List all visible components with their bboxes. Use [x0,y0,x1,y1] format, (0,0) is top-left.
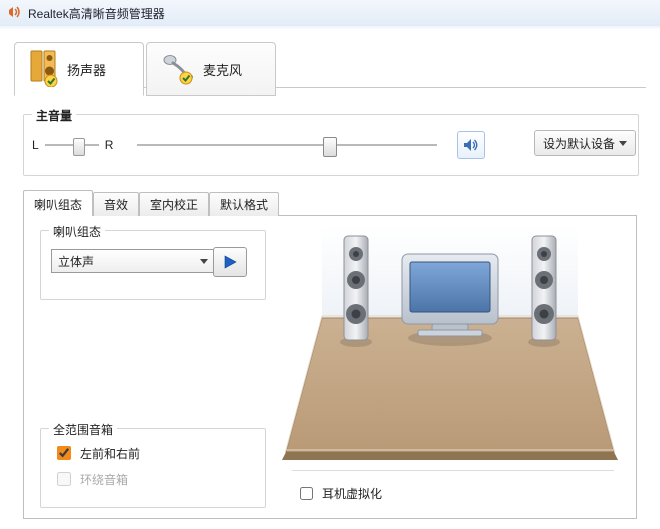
main-volume-legend: 主音量 [32,107,76,124]
set-default-device-button[interactable]: 设为默认设备 [534,130,636,156]
checkbox-surround-input [57,472,71,486]
right-speaker-icon [528,236,560,347]
app-icon [6,4,22,23]
full-range-legend: 全范围音箱 [49,421,117,438]
balance-slider[interactable] [45,136,99,154]
chevron-down-icon [619,141,627,146]
sub-tabs: 喇叭组态 音效 室内校正 默认格式 [23,192,279,216]
checkbox-front-lr[interactable]: 左前和右前 [53,443,265,463]
volume-slider[interactable] [137,136,437,154]
subtab-effects-label: 音效 [104,198,128,212]
speaker-config-legend: 喇叭组态 [49,223,105,240]
mute-button[interactable] [457,131,485,159]
subtab-speaker-config-label: 喇叭组态 [34,198,82,212]
subtab-room-correction[interactable]: 室内校正 [139,192,209,216]
chevron-down-icon [200,259,208,264]
microphone-device-icon [161,51,195,88]
device-tabs: 扬声器 麦克风 [14,36,278,96]
left-speaker-icon [340,236,372,347]
stage-separator [292,470,614,471]
balance-left-label: L [32,138,39,152]
subtab-room-label: 室内校正 [150,198,198,212]
checkbox-front-lr-input[interactable] [57,446,71,460]
speaker-icon [462,136,480,154]
balance-right-label: R [105,138,114,152]
tab-speaker[interactable]: 扬声器 [14,42,144,96]
subtab-speaker-config[interactable]: 喇叭组态 [23,190,93,216]
checkbox-headphone-virtualization-label: 耳机虚拟化 [322,485,382,502]
subtab-effects[interactable]: 音效 [93,192,139,216]
checkbox-headphone-virtualization[interactable]: 耳机虚拟化 [296,484,382,503]
full-range-group: 全范围音箱 左前和右前 环绕音箱 [40,428,266,508]
subtab-default-format-label: 默认格式 [220,198,268,212]
speaker-device-icon [29,49,59,90]
set-default-label: 设为默认设备 [543,135,615,152]
tab-microphone-label: 麦克风 [203,60,242,79]
play-icon [222,254,238,270]
titlebar: Realtek高清晰音频管理器 [0,0,660,27]
checkbox-surround-label: 环绕音箱 [80,471,128,488]
speaker-config-group: 喇叭组态 立体声 [40,230,266,300]
checkbox-surround: 环绕音箱 [53,469,265,489]
tab-microphone[interactable]: 麦克风 [146,42,276,96]
checkbox-front-lr-label: 左前和右前 [80,445,140,462]
speaker-config-select[interactable]: 立体声 [51,249,215,273]
checkbox-headphone-virtualization-input[interactable] [300,487,313,500]
subtab-default-format[interactable]: 默认格式 [209,192,279,216]
tab-speaker-label: 扬声器 [67,60,106,79]
window-title: Realtek高清晰音频管理器 [28,5,165,22]
speaker-config-value: 立体声 [58,253,94,270]
sub-panel: 喇叭组态 立体声 全范围音箱 左前和右前 [23,215,637,519]
room-illustration [282,226,618,464]
test-play-button[interactable] [213,247,247,277]
